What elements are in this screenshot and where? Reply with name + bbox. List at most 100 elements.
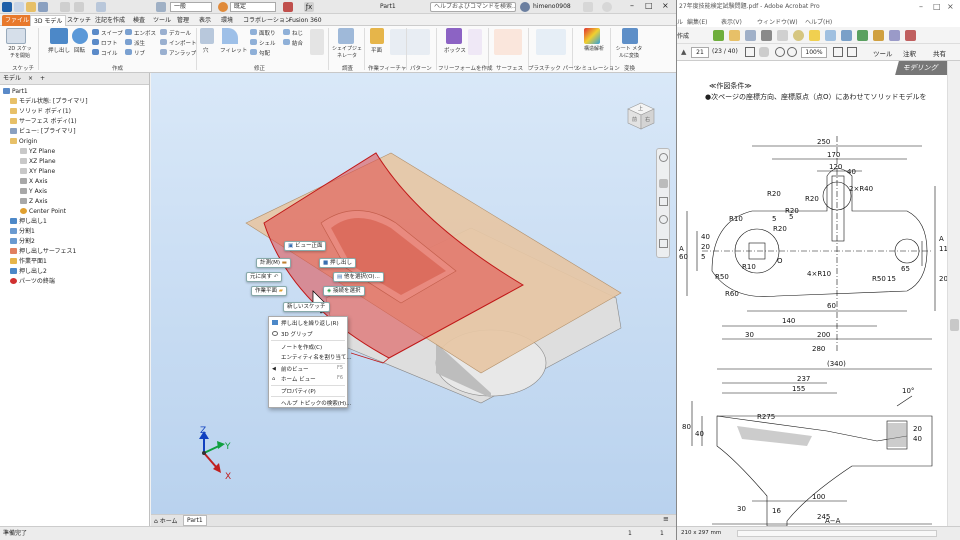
decal-icon[interactable] xyxy=(160,29,167,35)
emboss-label[interactable]: エンボス xyxy=(134,29,156,37)
context-menu-item[interactable]: プロパティ(P) xyxy=(281,387,316,395)
emboss-icon[interactable] xyxy=(125,29,132,35)
tree-item[interactable]: パーツの終端 xyxy=(10,277,55,286)
new-icon[interactable] xyxy=(14,2,24,12)
combine-label[interactable]: 結合 xyxy=(292,39,303,47)
create-button[interactable]: 作成 xyxy=(677,31,689,40)
zoom-out-icon[interactable] xyxy=(775,47,785,57)
menu-edit[interactable]: 編集(E) xyxy=(687,17,707,26)
tree-item[interactable]: サーフェス ボディ(1) xyxy=(10,117,77,126)
close-button[interactable]: × xyxy=(947,0,954,14)
convert-sheet-metal-icon[interactable] xyxy=(622,28,638,44)
shell-label[interactable]: シェル xyxy=(259,39,276,47)
loft-icon[interactable] xyxy=(92,39,99,45)
viewcube-top-label[interactable]: 上 xyxy=(638,105,643,112)
tree-item[interactable]: Part1 xyxy=(3,87,28,96)
open-icon[interactable] xyxy=(713,30,724,41)
plane-icon[interactable] xyxy=(370,28,384,44)
zoom-in-icon[interactable] xyxy=(787,47,797,57)
modify-more-icon[interactable] xyxy=(310,29,324,55)
marking-menu-undo[interactable]: 元に戻す ↶ xyxy=(246,272,283,282)
tab-file[interactable]: ファイル xyxy=(2,15,33,26)
tree-item[interactable]: モデル状態: [プライマリ] xyxy=(10,97,88,106)
menu-window[interactable]: ウィンドウ(W) xyxy=(757,17,798,26)
hand-tool-icon[interactable] xyxy=(759,47,769,57)
tree-item[interactable]: 押し出し1 xyxy=(10,217,47,226)
hole-icon[interactable] xyxy=(200,28,214,44)
tree-item[interactable]: Y Axis xyxy=(20,187,47,196)
look-at-icon[interactable] xyxy=(659,239,668,248)
context-menu-item[interactable]: ヘルプ トピックの検索(H)... xyxy=(281,399,351,407)
hole-label[interactable]: 穴 xyxy=(203,46,209,54)
fit-page-icon[interactable] xyxy=(833,47,843,57)
tab-inspect[interactable]: 検査 xyxy=(130,15,148,26)
box-label[interactable]: ボックス xyxy=(444,46,466,54)
sign-icon[interactable] xyxy=(857,30,868,41)
tree-item[interactable]: Z Axis xyxy=(20,197,47,206)
context-menu-item[interactable]: 押し出しを繰り返し(R) xyxy=(281,319,339,327)
tab-sketch[interactable]: スケッチ xyxy=(64,15,94,26)
sweep-label[interactable]: スイープ xyxy=(101,29,123,37)
tab-fusion360[interactable]: Fusion 360 xyxy=(286,15,325,26)
minimize-button[interactable]: – xyxy=(630,1,634,10)
tree-item[interactable]: 分割1 xyxy=(10,227,35,236)
tab-tools[interactable]: ツール xyxy=(150,15,174,26)
tree-item[interactable]: 作業平面1 xyxy=(10,257,47,266)
shape-generator-icon[interactable] xyxy=(338,28,354,44)
tab-home[interactable]: ⌂ ホーム xyxy=(154,516,178,525)
select-icon[interactable] xyxy=(156,2,166,12)
pdf-icon[interactable] xyxy=(905,30,916,41)
help-icon[interactable] xyxy=(602,2,612,12)
open-icon[interactable] xyxy=(26,2,36,12)
rib-icon[interactable] xyxy=(125,49,132,55)
pdf-page[interactable]: モデリング ≪作図条件≫ ●次ページの座標方向、座標原点（点O）にあわせてソリッ… xyxy=(677,61,947,526)
gear-icon[interactable] xyxy=(793,30,804,41)
prev-page-icon[interactable]: ▲ xyxy=(681,48,686,56)
folder-icon[interactable] xyxy=(729,30,740,41)
maximize-button[interactable]: □ xyxy=(645,1,653,10)
comment-pane-button[interactable]: 注釈 xyxy=(903,48,916,58)
plane-label[interactable]: 平面 xyxy=(371,46,382,54)
combine-icon[interactable] xyxy=(283,39,290,45)
save-icon[interactable] xyxy=(745,30,756,41)
tree-item[interactable]: YZ Plane xyxy=(20,147,55,156)
plastic-part-icons[interactable] xyxy=(536,29,566,55)
viewcube[interactable]: 上 前 右 xyxy=(626,101,656,131)
sweep-icon[interactable] xyxy=(92,29,99,35)
fillet-label[interactable]: フィレット xyxy=(220,46,247,54)
tab-view[interactable]: 表示 xyxy=(196,15,214,26)
shell-icon[interactable] xyxy=(250,39,257,45)
derive-label[interactable]: 派生 xyxy=(134,39,145,47)
fillet-icon[interactable] xyxy=(222,28,238,44)
close-button[interactable]: × xyxy=(662,1,669,10)
import-label[interactable]: インポート xyxy=(169,39,197,47)
loft-label[interactable]: ロフト xyxy=(101,39,118,47)
marking-menu-tangent-select[interactable]: ◈ 接続を選択 xyxy=(323,286,365,296)
context-menu-item[interactable]: 3D グリップ xyxy=(281,330,312,338)
pan-icon[interactable] xyxy=(659,179,668,188)
unwrap-icon[interactable] xyxy=(160,49,167,55)
rib-label[interactable]: リブ xyxy=(134,49,145,57)
cart-icon[interactable] xyxy=(583,2,593,12)
draft-icon[interactable] xyxy=(250,49,257,55)
decal-label[interactable]: デカール xyxy=(169,29,191,37)
graphics-viewport[interactable]: Z Y X 上 前 右 ▣ ビュー正面 計測(M) ▬ ■ 押し出し 元に戻す … xyxy=(151,73,676,514)
minimize-button[interactable]: – xyxy=(919,0,923,14)
marking-menu-loop-select[interactable]: ▤ 他を選択(O)... xyxy=(333,272,384,282)
menu-view[interactable]: 表示(V) xyxy=(721,17,742,26)
tools-icon[interactable] xyxy=(873,30,884,41)
add-tab-icon[interactable]: + xyxy=(40,73,45,85)
steering-wheel-icon[interactable] xyxy=(659,153,668,162)
tree-item[interactable]: XZ Plane xyxy=(20,157,56,166)
horizontal-scrollbar[interactable] xyxy=(737,530,937,537)
protect-icon[interactable] xyxy=(889,30,900,41)
coil-icon[interactable] xyxy=(92,49,99,55)
start-sketch-icon[interactable] xyxy=(6,28,26,44)
email-icon[interactable] xyxy=(777,30,788,41)
zoom-select[interactable]: 100% xyxy=(801,47,827,58)
marking-menu-extrude[interactable]: ■ 押し出し xyxy=(319,258,356,268)
context-menu-item[interactable]: ノートを作成(C) xyxy=(281,343,322,351)
box-icon[interactable] xyxy=(446,28,462,44)
tree-item[interactable]: 押し出しサーフェス1 xyxy=(10,247,76,256)
tree-item[interactable]: Origin xyxy=(10,137,37,146)
